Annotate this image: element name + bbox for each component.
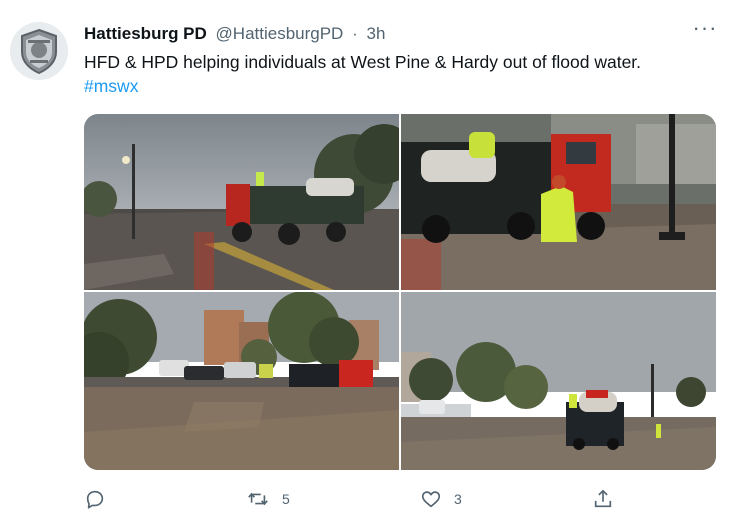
tweet-text: HFD & HPD helping individuals at West Pi… bbox=[84, 50, 714, 98]
photo-1[interactable] bbox=[84, 114, 399, 290]
reply-button[interactable] bbox=[84, 484, 118, 514]
display-name[interactable]: Hattiesburg PD bbox=[84, 24, 207, 43]
share-button[interactable] bbox=[592, 484, 626, 514]
like-button[interactable]: 3 bbox=[420, 484, 462, 514]
hashtag-link[interactable]: #mswx bbox=[84, 74, 714, 98]
tweet-actions: 5 3 bbox=[84, 484, 624, 514]
photo-3[interactable] bbox=[84, 292, 399, 470]
separator-dot: · bbox=[352, 24, 358, 43]
photo-2[interactable] bbox=[401, 114, 716, 290]
share-icon bbox=[594, 489, 612, 508]
tweet-card[interactable]: Hattiesburg PD @HattiesburgPD · 3h ··· H… bbox=[0, 0, 732, 520]
photo-4[interactable] bbox=[401, 292, 716, 470]
like-count: 3 bbox=[454, 491, 462, 507]
user-handle[interactable]: @HattiesburgPD bbox=[216, 24, 344, 43]
media-grid bbox=[84, 114, 716, 470]
heart-icon bbox=[421, 491, 441, 508]
tweet-body: HFD & HPD helping individuals at West Pi… bbox=[84, 52, 642, 72]
reply-icon bbox=[86, 490, 104, 509]
timestamp[interactable]: 3h bbox=[366, 24, 385, 43]
tweet-header: Hattiesburg PD @HattiesburgPD · 3h bbox=[84, 24, 385, 44]
avatar[interactable] bbox=[10, 22, 68, 80]
retweet-count: 5 bbox=[282, 491, 290, 507]
retweet-button[interactable]: 5 bbox=[246, 484, 290, 514]
retweet-icon bbox=[248, 492, 268, 506]
more-options-icon[interactable]: ··· bbox=[692, 17, 718, 44]
